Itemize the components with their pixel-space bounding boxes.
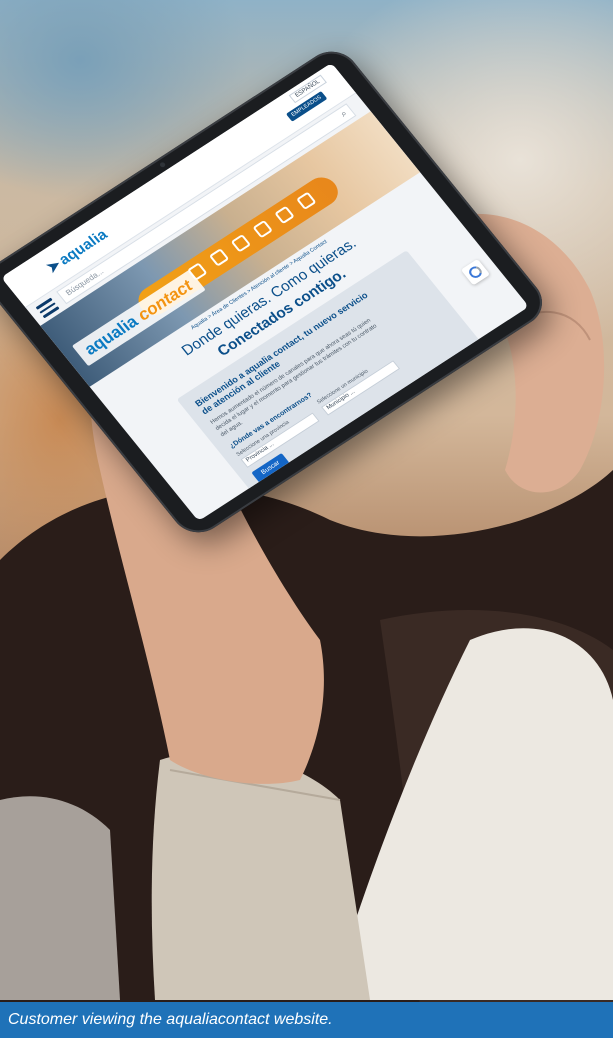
photo-scene: ➤aqualia ESPAÑOL EMPLEADOS Búsqueda... ⌕… xyxy=(0,0,613,1038)
caption-bar: Customer viewing the aqualiacontact webs… xyxy=(0,1002,613,1038)
brand-main: aqualia xyxy=(80,311,142,359)
caption-text: Customer viewing the aqualiacontact webs… xyxy=(8,1011,333,1028)
magnifier-icon[interactable]: ⌕ xyxy=(338,108,349,119)
recaptcha-icon[interactable] xyxy=(460,258,491,286)
chair-fabric xyxy=(0,796,120,1000)
camera-dot xyxy=(158,161,167,169)
